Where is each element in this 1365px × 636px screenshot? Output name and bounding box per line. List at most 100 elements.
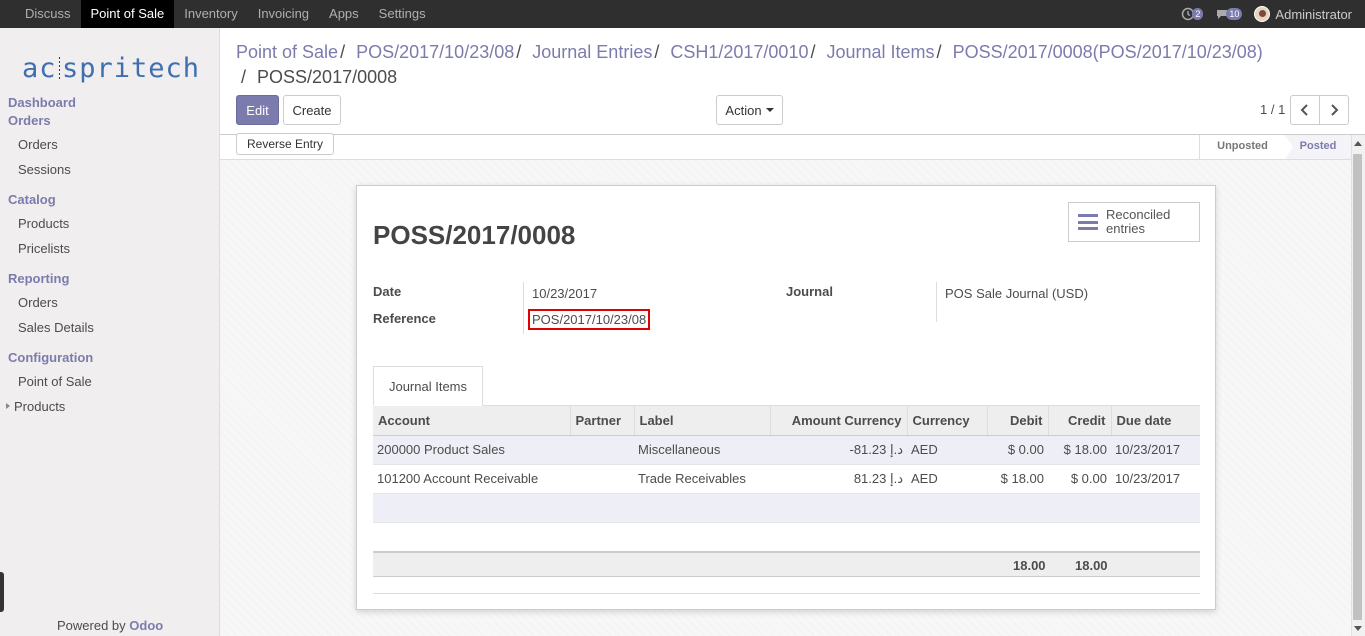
sidebar-item-config-products[interactable]: Products — [5, 399, 65, 414]
cell-amount-currency: -81.23 د.إ — [770, 435, 907, 465]
pager-value[interactable]: 1 / 1 — [1260, 102, 1285, 117]
status-posted[interactable]: Posted — [1285, 135, 1351, 159]
chevron-left-icon — [1300, 104, 1308, 116]
date-field[interactable]: 10/23/2017 — [532, 286, 597, 301]
reference-field[interactable]: POS/2017/10/23/08 — [528, 309, 651, 330]
user-name: Administrator — [1275, 6, 1352, 22]
breadcrumb-separator: / — [654, 42, 660, 62]
menu-apps[interactable]: Apps — [319, 0, 369, 28]
sidebar-dashboard[interactable]: Dashboard — [8, 95, 76, 110]
logo-text-right: spritech — [61, 52, 200, 84]
column-account[interactable]: Account — [373, 406, 571, 436]
menu-discuss[interactable]: Discuss — [15, 0, 81, 28]
scroll-up-arrow-icon[interactable] — [1354, 141, 1362, 146]
sidebar: ac spritech Dashboard Orders Orders Sessi… — [0, 28, 220, 636]
menu-settings[interactable]: Settings — [369, 0, 436, 28]
cell-credit: $ 18.00 — [1048, 435, 1111, 465]
table-row[interactable]: 101200 Account Receivable Trade Receivab… — [373, 464, 1200, 494]
breadcrumb-journal-item[interactable]: POSS/2017/0008(POS/2017/10/23/08) — [953, 42, 1263, 62]
cell-debit: $ 18.00 — [987, 464, 1048, 494]
chevron-right-icon — [1331, 104, 1339, 116]
logo-text-left: ac — [22, 52, 57, 84]
form-sheet: Reconciled entries POSS/2017/0008 Date 1… — [356, 185, 1216, 610]
reconciled-entries-button[interactable]: Reconciled entries — [1068, 202, 1200, 242]
sidebar-section-orders[interactable]: Orders — [8, 113, 51, 128]
journal-field[interactable]: POS Sale Journal (USD) — [945, 286, 1088, 301]
sidebar-item-pricelists[interactable]: Pricelists — [18, 241, 70, 256]
cell-currency: AED — [907, 464, 987, 494]
avatar — [1254, 6, 1271, 22]
caret-down-icon — [765, 108, 774, 112]
sidebar-item-sessions[interactable]: Sessions — [18, 162, 71, 177]
column-credit[interactable]: Credit — [1048, 406, 1112, 436]
cell-account: 101200 Account Receivable — [373, 464, 570, 494]
empty-row — [373, 523, 1200, 551]
tab-journal-items[interactable]: Journal Items — [373, 366, 483, 406]
reverse-entry-button[interactable]: Reverse Entry — [236, 133, 334, 155]
sidebar-item-reporting-orders[interactable]: Orders — [18, 295, 58, 310]
cell-due-date: 10/23/2017 — [1111, 435, 1200, 465]
column-partner[interactable]: Partner — [570, 406, 635, 436]
pager-next-button[interactable] — [1319, 95, 1349, 125]
field-divider — [936, 282, 937, 322]
user-menu[interactable]: Administrator — [1254, 6, 1352, 22]
top-navbar: Discuss Point of Sale Inventory Invoicin… — [0, 0, 1365, 28]
breadcrumb-separator: / — [516, 42, 522, 62]
total-debit: 18.00 — [1013, 558, 1046, 573]
app-menu: Discuss Point of Sale Inventory Invoicin… — [0, 0, 436, 28]
field-divider — [523, 282, 524, 334]
messages-button[interactable]: 10 — [1215, 8, 1243, 21]
status-bar: Reverse Entry Unposted Posted — [220, 133, 1351, 160]
totals-row: 18.00 18.00 — [373, 551, 1200, 577]
page-title: POSS/2017/0008 — [373, 220, 576, 250]
sidebar-item-point-of-sale[interactable]: Point of Sale — [18, 374, 92, 389]
cell-label: Trade Receivables — [634, 464, 770, 494]
column-currency[interactable]: Currency — [907, 406, 988, 436]
column-due-date[interactable]: Due date — [1111, 406, 1200, 436]
sidebar-section-catalog[interactable]: Catalog — [8, 192, 56, 207]
sidebar-item-sales-details[interactable]: Sales Details — [18, 320, 94, 335]
breadcrumb-separator: / — [340, 42, 346, 62]
collapse-handle[interactable] — [0, 572, 4, 612]
breadcrumb-separator: / — [241, 67, 247, 87]
breadcrumb-point-of-sale[interactable]: Point of Sale — [236, 42, 338, 62]
menu-invoicing[interactable]: Invoicing — [248, 0, 319, 28]
reconciled-entries-label: Reconciled entries — [1106, 207, 1171, 236]
company-logo: ac spritech — [22, 48, 200, 88]
total-credit: 18.00 — [1075, 558, 1108, 573]
odoo-link[interactable]: Odoo — [129, 618, 163, 633]
column-debit[interactable]: Debit — [987, 406, 1049, 436]
activity-button[interactable]: 2 — [1181, 7, 1204, 21]
scroll-down-arrow-icon[interactable] — [1354, 626, 1362, 631]
table-row[interactable]: 200000 Product Sales Miscellaneous -81.2… — [373, 435, 1200, 465]
cell-credit: $ 0.00 — [1048, 464, 1111, 494]
cell-account: 200000 Product Sales — [373, 435, 570, 465]
edit-button[interactable]: Edit — [236, 95, 279, 125]
sidebar-section-configuration[interactable]: Configuration — [8, 350, 93, 365]
breadcrumb-journal-entries[interactable]: Journal Entries — [532, 42, 652, 62]
breadcrumb-journal-items[interactable]: Journal Items — [827, 42, 935, 62]
cell-due-date: 10/23/2017 — [1111, 464, 1200, 494]
status-unposted[interactable]: Unposted — [1199, 135, 1293, 159]
sidebar-item-products[interactable]: Products — [18, 216, 69, 231]
sidebar-section-reporting[interactable]: Reporting — [8, 271, 69, 286]
breadcrumb-current: POSS/2017/0008 — [257, 67, 398, 87]
create-button[interactable]: Create — [283, 95, 341, 125]
pager-previous-button[interactable] — [1290, 95, 1320, 125]
column-label[interactable]: Label — [634, 406, 771, 436]
scrollbar-thumb[interactable] — [1353, 154, 1362, 620]
breadcrumb-pos-session[interactable]: POS/2017/10/23/08 — [356, 42, 514, 62]
cell-partner — [570, 464, 634, 494]
column-amount-currency[interactable]: Amount Currency — [770, 406, 908, 436]
breadcrumb-cash-entry[interactable]: CSH1/2017/0010 — [670, 42, 808, 62]
cell-partner — [570, 435, 634, 465]
breadcrumb: Point of Sale / POS/2017/10/23/08/ Journa… — [236, 40, 1336, 90]
menu-inventory[interactable]: Inventory — [174, 0, 247, 28]
table-bottom-border — [373, 593, 1200, 594]
action-dropdown[interactable]: Action — [716, 95, 783, 125]
menu-point-of-sale[interactable]: Point of Sale — [80, 0, 175, 28]
empty-row — [373, 494, 1200, 523]
sidebar-item-orders[interactable]: Orders — [18, 137, 58, 152]
activity-count-badge: 2 — [1192, 8, 1204, 20]
breadcrumb-separator: / — [810, 42, 816, 62]
